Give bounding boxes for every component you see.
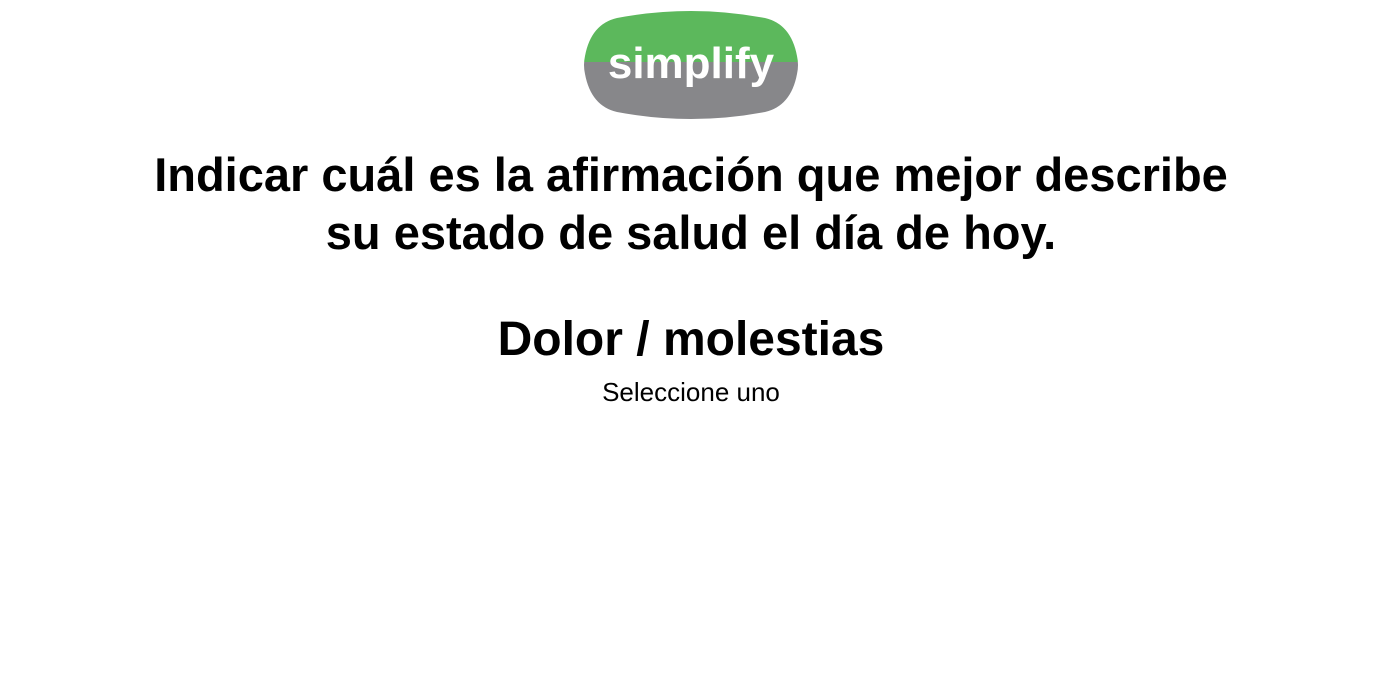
- logo-wordmark: simplify: [608, 39, 775, 88]
- question-heading: Indicar cuál es la afirmación que mejor …: [0, 146, 1382, 262]
- question-line-1: Indicar cuál es la afirmación que mejor …: [154, 148, 1228, 201]
- select-instruction: Seleccione uno: [602, 377, 780, 407]
- question-line-2: su estado de salud el día de hoy.: [325, 206, 1057, 259]
- dimension-title: Dolor / molestias: [497, 313, 885, 366]
- logo-graphic: simplify: [584, 11, 798, 119]
- simplify-logo: simplify: [583, 10, 799, 120]
- page: simplify Indicar cuál es la afirmación q…: [0, 0, 1382, 683]
